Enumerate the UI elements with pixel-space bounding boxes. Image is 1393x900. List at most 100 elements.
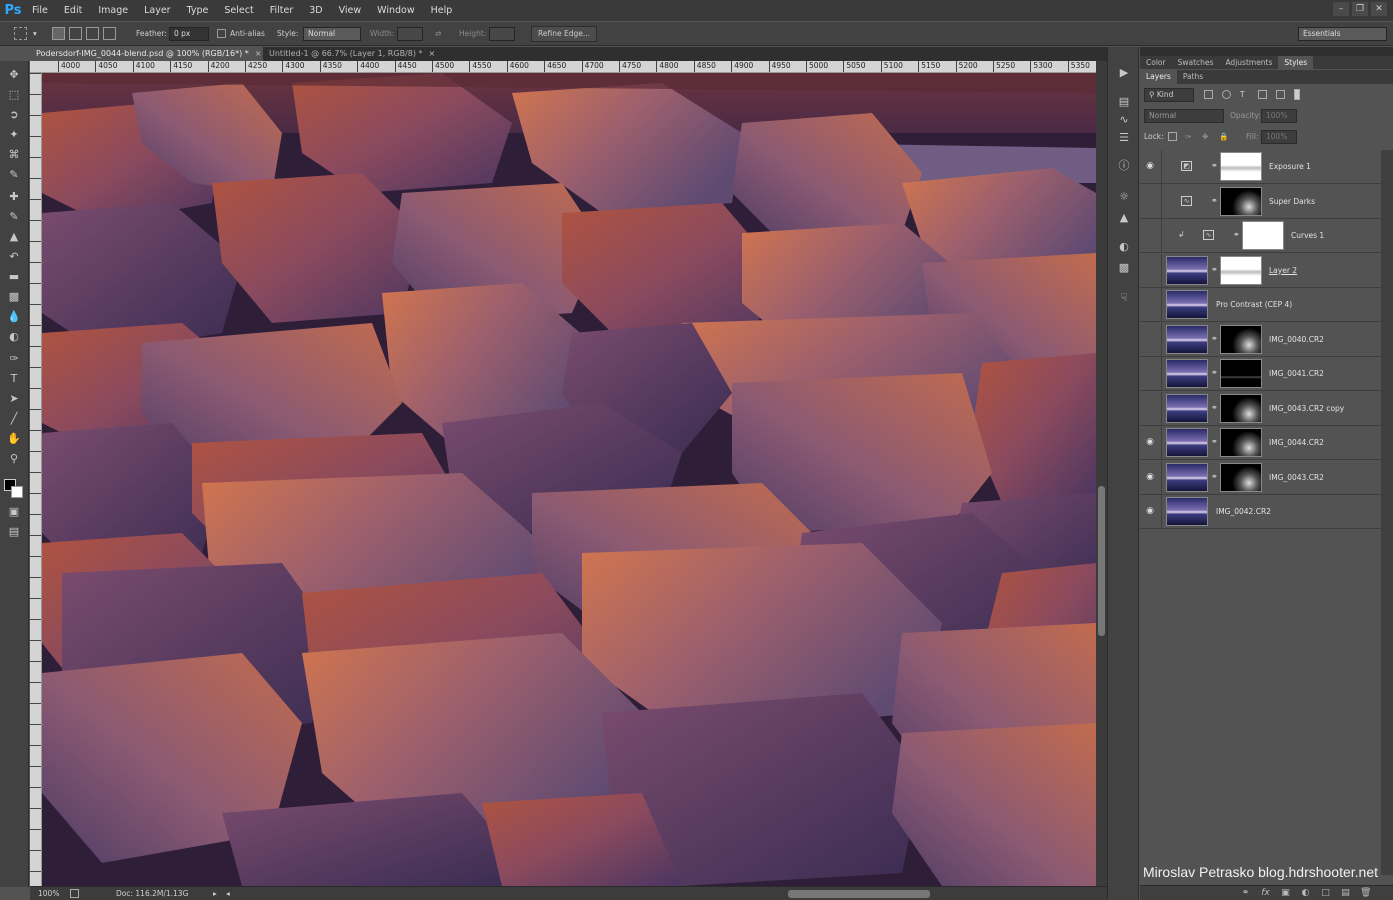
subtract-selection-icon[interactable] <box>86 27 99 40</box>
layer-thumbnail[interactable] <box>1166 359 1208 388</box>
tab-adjustments[interactable]: Adjustments <box>1219 56 1278 69</box>
add-mask-icon[interactable]: ▣ <box>1280 888 1291 899</box>
lock-image-icon[interactable]: ✑ <box>1185 130 1191 144</box>
gradient-tool-icon[interactable]: ▩ <box>6 289 22 305</box>
tab-swatches[interactable]: Swatches <box>1172 56 1220 69</box>
layer-mask-thumbnail[interactable] <box>1220 255 1262 285</box>
layer-row[interactable]: ⚭ IMG_0040.CR2 <box>1140 322 1381 357</box>
feather-input[interactable]: 0 px <box>169 27 209 41</box>
visibility-toggle[interactable] <box>1140 357 1162 391</box>
properties-icon[interactable]: ☰ <box>1117 131 1131 145</box>
hand-tool-icon[interactable]: ✋ <box>6 431 22 447</box>
mask-link-icon[interactable]: ⚭ <box>1233 229 1240 241</box>
width-input[interactable] <box>397 27 423 41</box>
tab-paths[interactable]: Paths <box>1177 70 1209 84</box>
healing-brush-tool-icon[interactable]: ✚ <box>6 189 22 205</box>
panel-collapse-bar[interactable] <box>1140 47 1393 56</box>
layer-mask-thumbnail[interactable] <box>1220 186 1262 216</box>
menu-layer[interactable]: Layer <box>136 0 179 21</box>
menu-file[interactable]: File <box>24 0 56 21</box>
layer-name[interactable]: Layer 2 <box>1269 254 1297 288</box>
background-color-swatch[interactable] <box>11 486 23 498</box>
eye-icon[interactable]: ◉ <box>1143 470 1157 484</box>
delete-layer-icon[interactable]: 🗑 <box>1360 888 1371 899</box>
curves-icon[interactable]: ∿ <box>1181 195 1192 206</box>
link-layers-icon[interactable]: ⚭ <box>1240 888 1251 899</box>
eye-icon[interactable]: ◉ <box>1143 159 1157 173</box>
tab-color[interactable]: Color <box>1140 56 1172 69</box>
filter-smart-object-icon[interactable] <box>1276 90 1285 99</box>
layers-scrollbar[interactable] <box>1381 150 1393 875</box>
layer-mask-thumbnail[interactable] <box>1220 359 1262 388</box>
filter-type-icon[interactable]: T <box>1240 88 1245 102</box>
close-icon[interactable]: ✕ <box>1371 2 1387 16</box>
lock-position-icon[interactable]: ✥ <box>1202 130 1208 144</box>
layer-row[interactable]: ↲ ∿ ⚭ Curves 1 <box>1140 219 1381 253</box>
layer-mask-thumbnail[interactable] <box>1242 221 1284 250</box>
menu-edit[interactable]: Edit <box>56 0 90 21</box>
height-input[interactable] <box>489 27 515 41</box>
antialias-checkbox[interactable] <box>217 29 226 38</box>
filter-shape-icon[interactable] <box>1258 90 1267 99</box>
clone-stamp-tool-icon[interactable]: ▲ <box>6 229 22 245</box>
lock-transparent-icon[interactable] <box>1168 132 1177 141</box>
tab-document-1[interactable]: Podersdorf-IMG_0044-blend.psd @ 100% (RG… <box>30 47 263 61</box>
layer-mask-thumbnail[interactable] <box>1220 462 1262 492</box>
new-selection-icon[interactable] <box>52 27 65 40</box>
marquee-tool-icon[interactable] <box>14 27 27 40</box>
line-tool-icon[interactable]: ╱ <box>6 411 22 427</box>
eraser-tool-icon[interactable]: ▬ <box>6 269 22 285</box>
layer-thumbnail[interactable] <box>1166 393 1208 423</box>
scroll-thumb[interactable] <box>1098 486 1105 636</box>
visibility-toggle[interactable] <box>1140 253 1162 288</box>
layer-name[interactable]: IMG_0044.CR2 <box>1269 426 1324 460</box>
layer-thumbnail[interactable] <box>1166 290 1208 319</box>
fx-icon[interactable]: fx <box>1260 888 1271 899</box>
menu-select[interactable]: Select <box>216 0 261 21</box>
layer-row[interactable]: ∿ ⚭ Super Darks <box>1140 184 1381 219</box>
layer-name[interactable]: IMG_0040.CR2 <box>1269 323 1324 357</box>
screen-mode-icon[interactable]: ▤ <box>6 524 22 540</box>
pen-tool-icon[interactable]: ✑ <box>6 351 22 367</box>
visibility-toggle[interactable]: ◉ <box>1140 150 1162 184</box>
path-selection-tool-icon[interactable]: ➤ <box>6 391 22 407</box>
play-icon[interactable]: ▶ <box>1117 66 1131 80</box>
mask-link-icon[interactable]: ⚭ <box>1211 264 1218 276</box>
lock-all-icon[interactable]: 🔒 <box>1219 130 1228 144</box>
layer-row[interactable]: ⚭ Layer 2 <box>1140 253 1381 288</box>
layer-name[interactable]: IMG_0043.CR2 <box>1269 461 1324 495</box>
menu-view[interactable]: View <box>331 0 370 21</box>
blend-mode-select[interactable]: Normal <box>1144 109 1224 123</box>
layer-name[interactable]: Exposure 1 <box>1269 150 1311 184</box>
history-brush-tool-icon[interactable]: ↶ <box>6 249 22 265</box>
layer-row[interactable]: ◉ IMG_0042.CR2 <box>1140 495 1381 529</box>
swap-icon[interactable]: ⇄ <box>435 27 441 41</box>
layer-name[interactable]: IMG_0042.CR2 <box>1216 495 1271 529</box>
curves-icon[interactable]: ∿ <box>1203 230 1214 240</box>
workspace-select[interactable]: Essentials <box>1298 27 1387 41</box>
minimize-icon[interactable]: – <box>1333 2 1349 16</box>
layer-thumbnail[interactable] <box>1166 255 1208 285</box>
menu-3d[interactable]: 3D <box>301 0 330 21</box>
layer-mask-thumbnail[interactable] <box>1220 393 1262 423</box>
zoom-level[interactable]: 100% <box>38 887 59 900</box>
adjustments-icon[interactable]: ◐ <box>1117 240 1131 254</box>
document-canvas[interactable] <box>42 73 1096 886</box>
layer-thumbnail[interactable] <box>1166 324 1208 354</box>
move-tool-icon[interactable]: ✥ <box>6 67 22 83</box>
scroll-left-icon[interactable]: ◂ <box>226 887 230 900</box>
layer-name[interactable]: IMG_0043.CR2 copy <box>1269 392 1344 426</box>
intersect-selection-icon[interactable] <box>103 27 116 40</box>
layer-mask-thumbnail[interactable] <box>1220 428 1262 457</box>
tool-preset-chevron-icon[interactable]: ▾ <box>33 27 37 41</box>
info-icon[interactable]: ⓘ <box>1117 159 1131 173</box>
close-icon[interactable]: × <box>429 49 436 58</box>
eyedropper-tool-icon[interactable]: ✎ <box>6 167 22 183</box>
kind-filter-select[interactable]: ⚲ Kind <box>1144 88 1194 102</box>
visibility-toggle[interactable]: ◉ <box>1140 495 1162 529</box>
histogram-icon[interactable]: ▲ <box>1117 211 1131 225</box>
layer-name[interactable]: IMG_0041.CR2 <box>1269 357 1324 391</box>
type-tool-icon[interactable]: T <box>6 371 22 387</box>
quick-select-tool-icon[interactable]: ✦ <box>6 127 22 143</box>
layer-thumbnail[interactable] <box>1166 462 1208 492</box>
